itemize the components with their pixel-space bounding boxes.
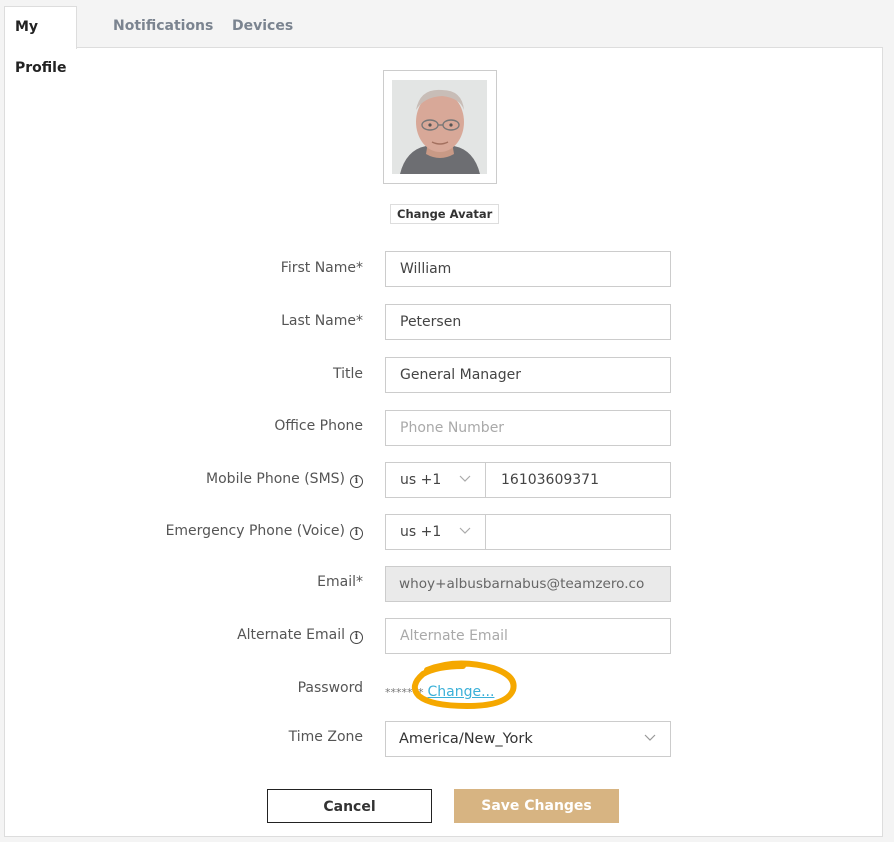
alternate-email-label-text: Alternate Email: [237, 627, 345, 643]
avatar-photo: [392, 80, 487, 174]
time-zone-label: Time Zone: [288, 729, 363, 745]
info-icon[interactable]: i: [350, 527, 363, 540]
office-phone-label: Office Phone: [274, 418, 363, 434]
tab-notifications[interactable]: Notifications: [113, 6, 213, 47]
mobile-phone-field: us +1: [385, 462, 671, 498]
emergency-phone-label-text: Emergency Phone (Voice): [165, 523, 345, 539]
password-label: Password: [297, 680, 363, 696]
info-icon[interactable]: i: [350, 631, 363, 644]
avatar: [383, 70, 497, 184]
alternate-email-input[interactable]: [386, 619, 670, 653]
chevron-down-icon: [459, 527, 471, 534]
last-name-label: Last Name*: [281, 313, 363, 329]
password-row: ******* Change...: [385, 681, 494, 701]
cancel-button[interactable]: Cancel: [267, 789, 432, 823]
email-label: Email*: [317, 574, 363, 590]
office-phone-input[interactable]: [386, 411, 670, 445]
title-label: Title: [332, 366, 363, 382]
time-zone-select[interactable]: America/New_York: [385, 721, 671, 757]
emergency-phone-field: us +1: [385, 514, 671, 550]
time-zone-value: America/New_York: [399, 731, 533, 747]
password-mask: *******: [385, 686, 424, 699]
last-name-field[interactable]: [385, 304, 671, 340]
tab-my-profile[interactable]: My Profile: [4, 6, 78, 76]
tab-devices[interactable]: Devices: [232, 6, 293, 47]
mobile-phone-input[interactable]: [487, 463, 670, 497]
mobile-country-value: us +1: [400, 472, 442, 488]
email-input: [386, 567, 670, 601]
chevron-down-icon: [644, 734, 656, 741]
title-field[interactable]: [385, 357, 671, 393]
mobile-phone-label-text: Mobile Phone (SMS): [206, 471, 345, 487]
emergency-phone-input[interactable]: [487, 515, 670, 549]
email-field: [385, 566, 671, 602]
alternate-email-label: Alternate Email i: [237, 627, 363, 644]
change-password-link[interactable]: Change...: [428, 684, 495, 700]
emergency-country-value: us +1: [400, 524, 442, 540]
emergency-country-select[interactable]: us +1: [386, 515, 486, 549]
change-avatar-button[interactable]: Change Avatar: [390, 204, 500, 224]
last-name-input[interactable]: [386, 305, 670, 339]
mobile-phone-label: Mobile Phone (SMS) i: [206, 471, 363, 488]
first-name-input[interactable]: [386, 252, 670, 286]
first-name-field[interactable]: [385, 251, 671, 287]
alternate-email-field[interactable]: [385, 618, 671, 654]
title-input[interactable]: [386, 358, 670, 392]
first-name-label: First Name*: [280, 260, 363, 276]
emergency-phone-label: Emergency Phone (Voice) i: [166, 523, 363, 540]
chevron-down-icon: [459, 475, 471, 482]
save-changes-button[interactable]: Save Changes: [454, 789, 619, 823]
mobile-country-select[interactable]: us +1: [386, 463, 486, 497]
info-icon[interactable]: i: [350, 475, 363, 488]
office-phone-field[interactable]: [385, 410, 671, 446]
